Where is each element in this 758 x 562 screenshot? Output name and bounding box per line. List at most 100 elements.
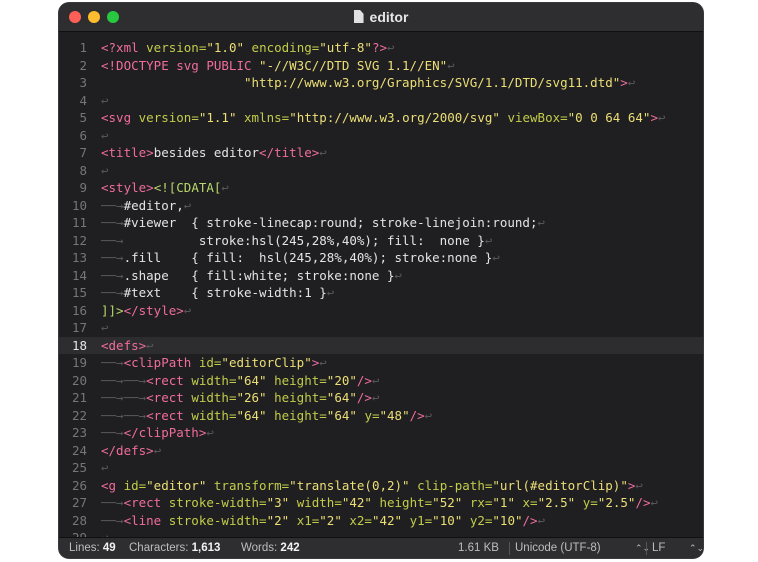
- code-line[interactable]: 3 "http://www.w3.org/Graphics/SVG/1.1/DT…: [59, 74, 703, 92]
- line-number: 15: [71, 285, 87, 300]
- code-line[interactable]: 27 ──→<rect stroke-width="3" width="42" h…: [59, 494, 703, 512]
- code-token: "2.5": [597, 495, 636, 510]
- code-token: <![CDATA[: [153, 180, 222, 195]
- character-count-label: Characters:: [129, 542, 189, 554]
- line-ending-value: LF: [652, 542, 666, 554]
- code-token: "utf-8": [319, 40, 372, 55]
- code-token: "2.5": [537, 495, 576, 510]
- code-line[interactable]: 19 ──→<clipPath id="editorClip">↩: [59, 354, 703, 372]
- invisible-char: ↩: [101, 127, 109, 143]
- code-text: <style><![CDATA[↩: [101, 179, 229, 197]
- code-token: />: [522, 512, 538, 528]
- invisible-char: ↩: [484, 232, 493, 248]
- code-line[interactable]: 13 ──→.fill { fill: hsl(245,28%,40%); str…: [59, 249, 703, 267]
- line-number: 24: [71, 442, 87, 458]
- invisible-char: ↩: [101, 460, 109, 475]
- code-text: ──→#editor,↩: [101, 197, 191, 215]
- code-token: height=: [274, 372, 327, 388]
- invisible-char: ↩: [101, 530, 109, 537]
- code-line[interactable]: 6 ↩: [59, 127, 703, 145]
- line-number: 29: [59, 529, 87, 537]
- code-line[interactable]: 7 <title>besides editor</title>↩: [59, 144, 703, 162]
- code-line[interactable]: 24 </defs>↩: [59, 442, 703, 460]
- word-count-value: 242: [280, 542, 300, 554]
- code-token: "-//W3C//DTD SVG 1.1//EN": [259, 57, 448, 73]
- invisible-char: ↩: [146, 337, 154, 353]
- code-token: "http://www.w3.org/Graphics/SVG/1.1/DTD/…: [244, 75, 621, 90]
- code-line[interactable]: 11 ──→#viewer { stroke-linecap:round; str…: [59, 214, 703, 232]
- line-number: 10: [71, 197, 87, 213]
- current-code-line[interactable]: 18 <defs>↩: [59, 336, 703, 354]
- code-line[interactable]: 21 ──→──→<rect width="26" height="64"/>↩: [59, 389, 703, 407]
- code-line[interactable]: 23 ──→</clipPath>↩: [59, 424, 703, 442]
- code-line[interactable]: 26 <g id="editor" transform="translate(0,…: [59, 477, 703, 495]
- code-text: ──→</clipPath>↩: [101, 424, 214, 442]
- code-token: "64": [236, 407, 267, 423]
- invisible-char: ↩: [650, 495, 659, 510]
- code-token: height=: [379, 495, 433, 510]
- character-count: Characters: 1,613: [129, 538, 220, 558]
- line-number: 16: [71, 302, 87, 318]
- file-size: 1.61 KB: [458, 542, 499, 554]
- code-line[interactable]: 29 ↩: [59, 529, 703, 537]
- code-line[interactable]: 9 <style><![CDATA[↩: [59, 179, 703, 197]
- invisible-char: ↩: [627, 75, 636, 90]
- line-number: 2: [79, 57, 87, 73]
- code-line[interactable]: 12 ──→ stroke:hsl(245,28%,40%); fill: non…: [59, 232, 703, 250]
- code-line[interactable]: 28 ──→<line stroke-width="2" x1="2" x2="4…: [59, 512, 703, 530]
- line-count: Lines: 49: [69, 538, 116, 558]
- code-line[interactable]: 14 ──→.shape { fill:white; stroke:none }↩: [59, 267, 703, 285]
- code-token: "64": [326, 407, 357, 423]
- code-token: version=: [146, 40, 207, 55]
- code-line[interactable]: 16]]></style>↩: [59, 302, 703, 320]
- status-bar: Lines: 49 Characters: 1,613 Words: 242 1…: [59, 537, 703, 558]
- code-line[interactable]: 17 ↩: [59, 319, 703, 337]
- code-line[interactable]: 2 <!DOCTYPE svg PUBLIC "-//W3C//DTD SVG 1…: [59, 57, 703, 75]
- code-line[interactable]: 10 ──→#editor,↩: [59, 197, 703, 215]
- code-line[interactable]: 8 ↩: [59, 162, 703, 180]
- code-token: </title>: [259, 145, 320, 160]
- line-number: 28: [71, 512, 87, 528]
- code-text: </defs>↩: [101, 442, 161, 460]
- invisible-char: ↩: [537, 215, 546, 230]
- code-token: <svg: [101, 110, 139, 125]
- encoding-stepper-icon[interactable]: ⌃⌄: [635, 538, 650, 558]
- window-title-text: editor: [369, 9, 409, 25]
- code-editor[interactable]: 1 <?xml version="1.0" encoding="utf-8"?>↩…: [59, 32, 703, 537]
- code-line[interactable]: 20 ──→──→<rect width="64" height="20"/>↩: [59, 372, 703, 390]
- code-line[interactable]: 15 ──→#text { stroke-width:1 }↩: [59, 284, 703, 302]
- line-number: 12: [71, 232, 87, 248]
- line-number: 17: [71, 320, 87, 335]
- line-number: 20: [71, 372, 87, 388]
- code-token: width=: [191, 372, 237, 388]
- line-number: 1: [79, 40, 87, 55]
- code-line[interactable]: 22 ──→──→<rect width="64" height="64" y="…: [59, 407, 703, 425]
- code-text: ──→#viewer { stroke-linecap:round; strok…: [101, 214, 545, 232]
- code-line[interactable]: 4 ↩: [59, 92, 703, 110]
- code-token: version=: [138, 110, 199, 125]
- invisible-char: ──→: [101, 495, 124, 510]
- code-line[interactable]: 5 <svg version="1.1" xmlns="http://www.w3…: [59, 109, 703, 127]
- line-number: 13: [71, 250, 87, 265]
- code-line[interactable]: 25 ↩: [59, 459, 703, 477]
- code-text: ──→──→<rect width="64" height="20"/>↩: [101, 372, 380, 390]
- code-text: <?xml version="1.0" encoding="utf-8"?>↩: [101, 39, 395, 57]
- code-token: transform=: [213, 477, 290, 493]
- code-text: <title>besides editor</title>↩: [101, 144, 327, 162]
- line-ending-select[interactable]: LF: [652, 538, 665, 558]
- code-token: />: [409, 407, 425, 423]
- invisible-char: ──→: [101, 425, 124, 440]
- code-line[interactable]: 1 <?xml version="1.0" encoding="utf-8"?>↩: [59, 39, 703, 57]
- line-ending-stepper-icon[interactable]: ⌃⌄: [689, 538, 703, 558]
- invisible-char: ↩: [394, 267, 403, 283]
- encoding-select[interactable]: Unicode (UTF-8): [515, 538, 601, 558]
- line-number: 14: [71, 267, 87, 283]
- code-token: id=: [198, 355, 222, 370]
- invisible-char: ──→──→: [101, 372, 147, 388]
